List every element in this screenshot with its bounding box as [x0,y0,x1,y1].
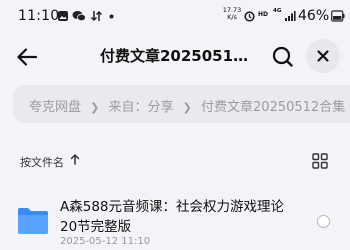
notification-dot-icon [109,14,114,19]
chevron-right-icon: ❯ [90,101,100,114]
arrow-up-icon[interactable] [70,152,80,166]
breadcrumb-item-current[interactable]: 付费文章20250512合集 [201,100,345,115]
file-name: A森588元音频课：社会权力游戏理论20节完整版 [60,199,285,235]
gallery-icon [58,11,68,21]
arrow-left-icon [17,48,38,66]
battery-level: 46% [298,8,330,24]
status-time: 11:10 [18,8,60,24]
data-transfer-icon [90,10,102,22]
top-bar: 付费文章20250512... [0,36,350,78]
folder-icon [18,208,48,234]
back-button[interactable] [12,42,42,72]
network-type: 4G [273,8,282,14]
alarm-icon [244,11,255,22]
breadcrumb: 夸克网盘 ❯ 来自：分享 ❯ 付费文章20250512合集 [13,85,350,123]
wechat-icon [72,11,86,22]
close-button[interactable] [306,39,340,73]
breadcrumb-item-root[interactable]: 夸克网盘 [29,100,81,115]
file-date: 2025-05-12 11:10 [60,236,151,247]
grid-view-icon[interactable] [312,153,328,169]
search-button[interactable] [268,42,298,72]
sort-by-name-button[interactable]: 按文件名 [20,154,64,170]
net-speed: 17.73 K/s [222,7,242,21]
screen: 11:10 17.73 K/s HD 4G 46% 付费文章20250512..… [0,0,350,250]
status-bar: 11:10 17.73 K/s HD 4G 46% [0,0,350,32]
net-speed-unit: K/s [227,13,237,21]
sort-bar: 按文件名 [0,146,350,178]
list-item[interactable]: A森588元音频课：社会权力游戏理论20节完整版 2025-05-12 11:1… [0,188,350,250]
page-title: 付费文章20250512... [100,47,250,65]
search-icon [272,46,293,67]
breadcrumb-item-share[interactable]: 来自：分享 [109,100,174,115]
select-radio[interactable] [317,215,330,228]
signal-icon [285,11,296,21]
chevron-right-icon: ❯ [182,101,192,114]
hd-label: HD [258,11,269,18]
close-icon [317,50,329,62]
battery-icon [331,10,345,22]
